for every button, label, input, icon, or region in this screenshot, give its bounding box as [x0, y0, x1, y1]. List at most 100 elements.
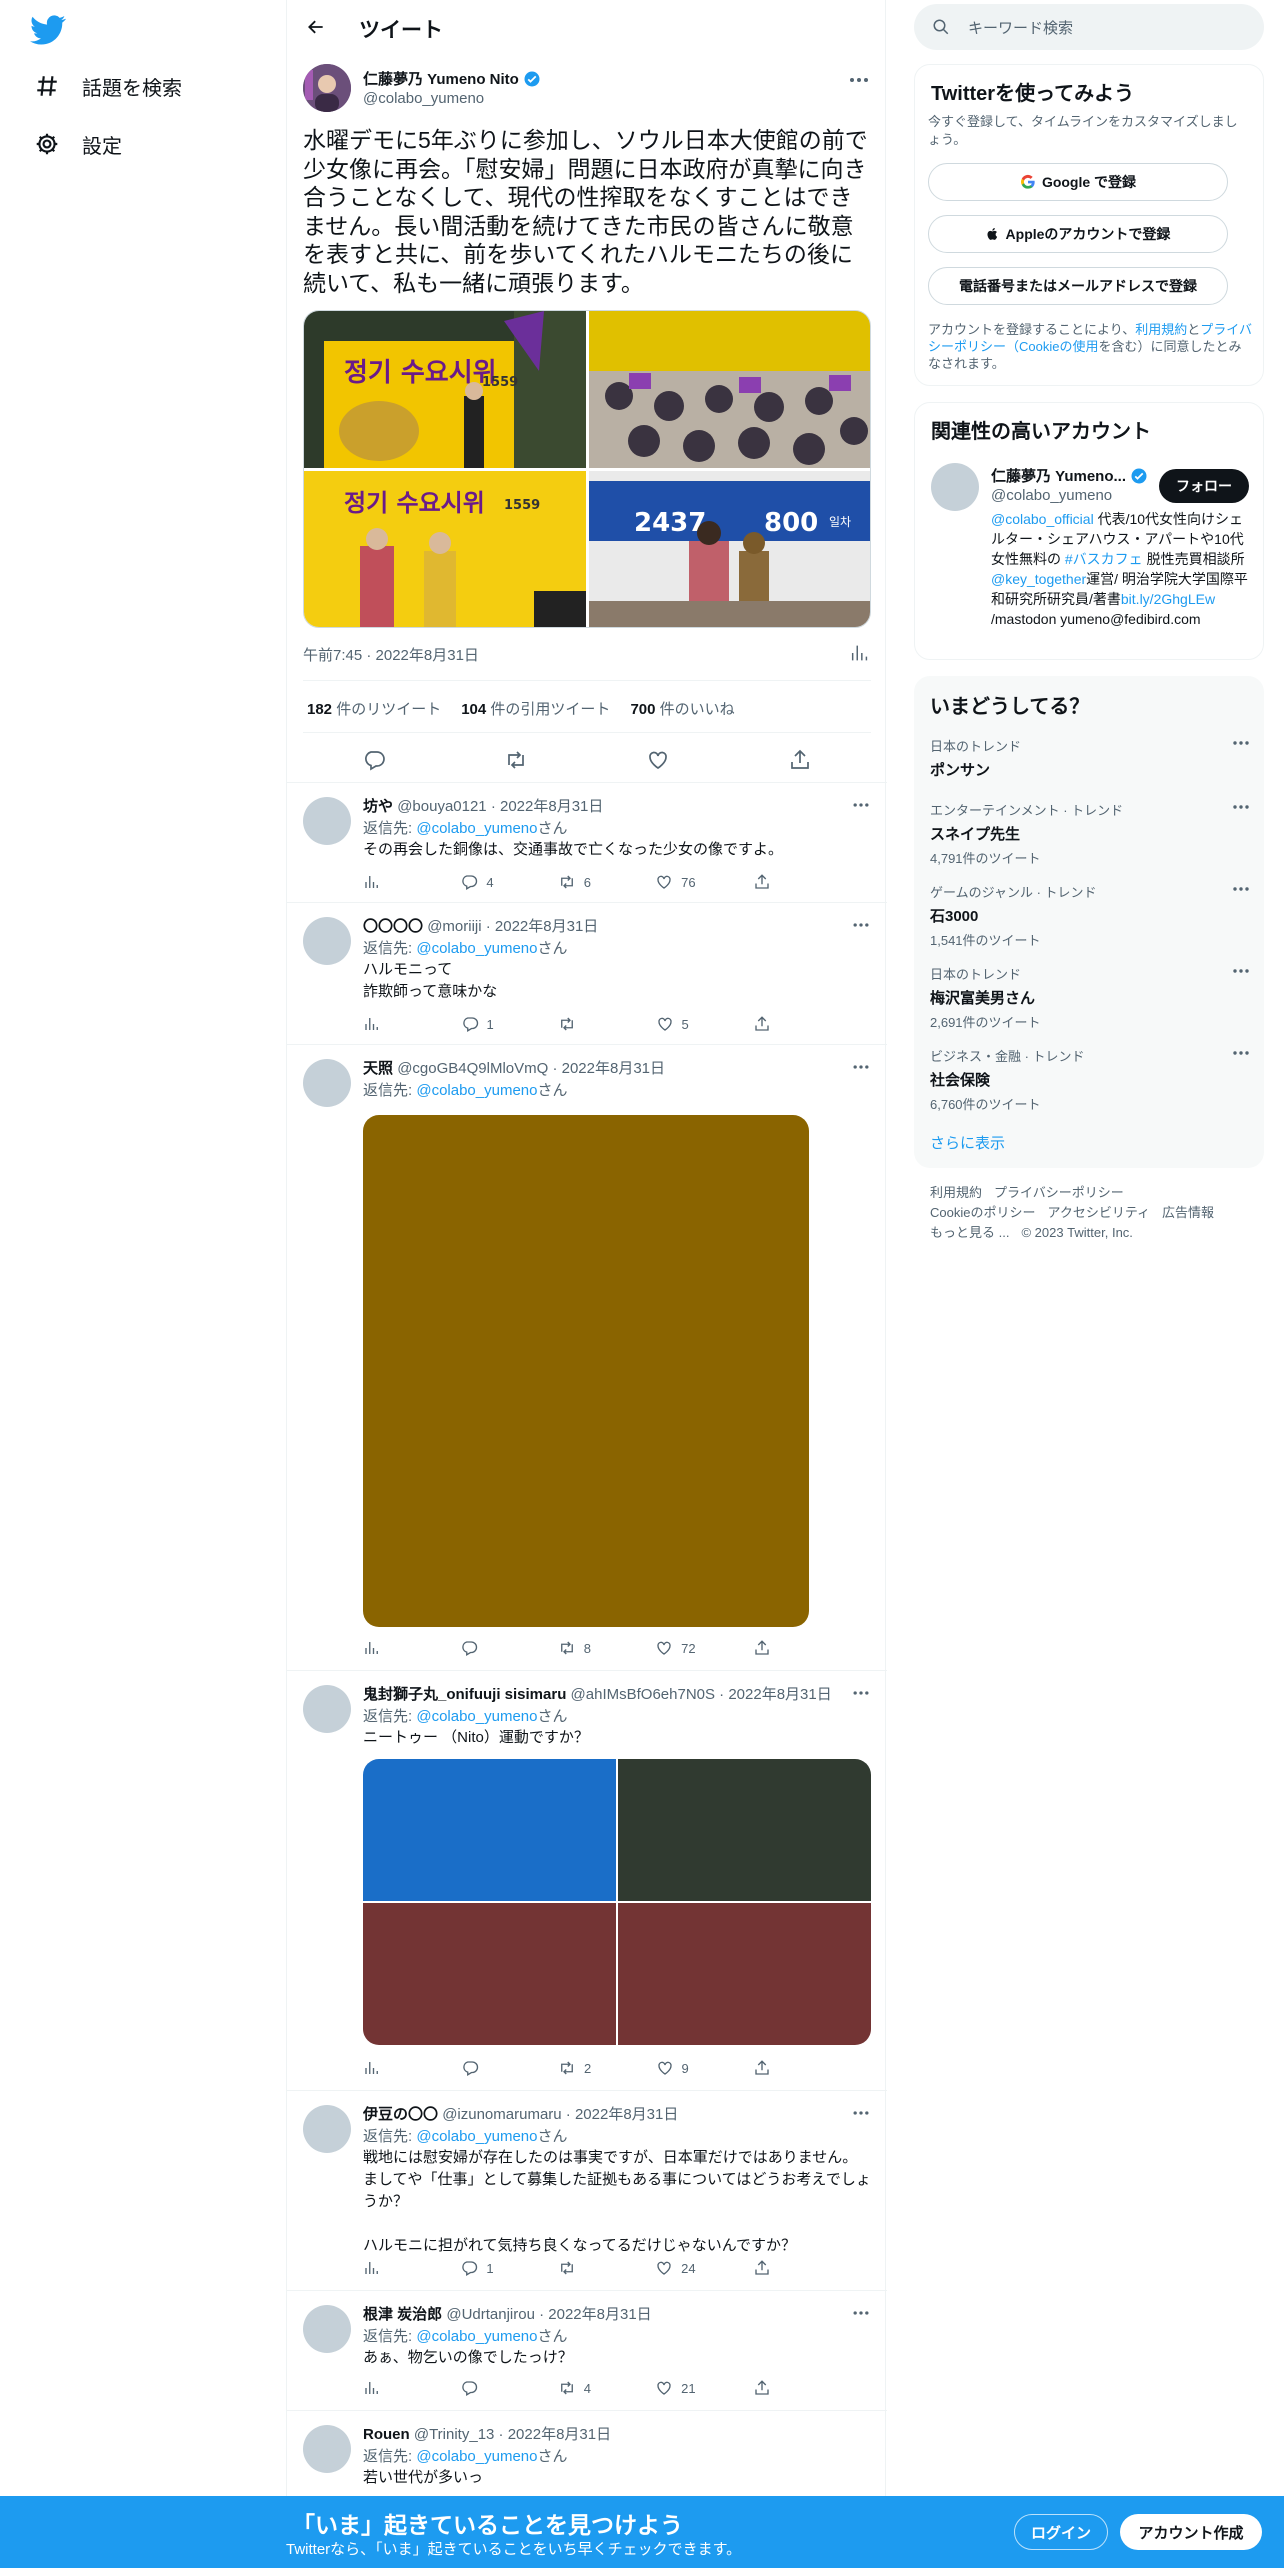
reply-author-name[interactable]: 伊豆の〇〇	[363, 2106, 438, 2123]
share-icon[interactable]	[788, 748, 812, 772]
back-button[interactable]	[301, 12, 331, 42]
reply-action[interactable]: 4	[460, 873, 500, 891]
reply-author-name[interactable]: 鬼封獅子丸_onifuuji sisimaru	[363, 1686, 566, 1703]
more-icon[interactable]	[851, 1059, 871, 1075]
retweet-action[interactable]	[558, 2259, 598, 2277]
author-handle[interactable]: @colabo_yumeno	[363, 90, 484, 107]
retweet-action[interactable]: 4	[558, 2379, 598, 2397]
reply-item[interactable]: 根津 炭治郎 @Udrtanjirou · 2022年8月31日 返信先: @c…	[287, 2290, 887, 2410]
reply-to-link[interactable]: @colabo_yumeno	[416, 820, 537, 837]
reply-action[interactable]: 1	[461, 1015, 501, 1033]
bio-hashtag-link[interactable]: #バスカフェ	[1065, 551, 1143, 567]
reply-author-name[interactable]: 坊や	[363, 798, 393, 815]
like-action[interactable]: 76	[655, 873, 696, 891]
reply-to-link[interactable]: @colabo_yumeno	[416, 1708, 537, 1725]
footer-accessibility-link[interactable]: アクセシビリティ	[1047, 1205, 1150, 1220]
like-action[interactable]: 72	[655, 1639, 696, 1657]
reply-author-name[interactable]: 天照	[363, 1060, 393, 1077]
avatar[interactable]	[303, 2105, 351, 2153]
footer-terms-link[interactable]: 利用規約	[930, 1185, 982, 1200]
trend-item[interactable]: ビジネス・金融 · トレンド 社会保険 6,760件のツイート	[930, 1046, 1250, 1113]
more-icon[interactable]	[851, 1685, 871, 1701]
avatar[interactable]	[303, 1685, 351, 1733]
follow-button[interactable]: フォロー	[1159, 469, 1249, 503]
avatar[interactable]	[303, 1059, 351, 1107]
reply-to-link[interactable]: @colabo_yumeno	[416, 2328, 537, 2345]
reply-author-name[interactable]: 根津 炭治郎	[363, 2306, 442, 2323]
share-action[interactable]	[753, 1015, 793, 1033]
more-icon[interactable]	[851, 917, 871, 933]
reply-action[interactable]	[460, 2379, 500, 2397]
twitter-logo-icon[interactable]	[30, 12, 66, 48]
more-icon[interactable]	[847, 70, 871, 90]
retweet-action[interactable]	[558, 1015, 598, 1033]
reply-item[interactable]: 鬼封獅子丸_onifuuji sisimaru @ahIMsBfO6eh7N0S…	[287, 1670, 887, 2090]
footer-cookie-link[interactable]: Cookieのポリシー	[930, 1205, 1035, 1220]
avatar[interactable]	[303, 2305, 351, 2353]
analytics-icon[interactable]	[849, 642, 871, 664]
analytics-action[interactable]	[363, 873, 403, 891]
trend-item[interactable]: エンターテインメント · トレンド スネイプ先生 4,791件のツイート	[930, 800, 1250, 867]
reply-to-link[interactable]: @colabo_yumeno	[416, 2448, 537, 2465]
share-action[interactable]	[753, 2259, 793, 2277]
like-count[interactable]: 700 件のいいね	[630, 698, 734, 719]
reply-action[interactable]	[460, 1639, 500, 1657]
tweet-photo-2[interactable]	[588, 311, 870, 468]
more-icon[interactable]	[1232, 1046, 1250, 1060]
reply-photo-4[interactable]	[618, 1903, 871, 2045]
reply-action[interactable]: 1	[460, 2259, 500, 2277]
search-box[interactable]: キーワード検索	[914, 4, 1264, 50]
signup-button[interactable]: アカウント作成	[1120, 2514, 1262, 2550]
bio-url-link[interactable]: bit.ly/2GhgLEw	[1121, 591, 1215, 607]
reply-author-name[interactable]: Rouen	[363, 2426, 410, 2443]
avatar[interactable]	[303, 917, 351, 965]
tweet-photo-1[interactable]: 정기 수요시위 1559	[304, 311, 586, 468]
reply-photo-3[interactable]	[363, 1903, 616, 2045]
bio-link[interactable]: @colabo_official	[991, 511, 1094, 527]
reply-to-link[interactable]: @colabo_yumeno	[416, 940, 537, 957]
avatar[interactable]	[303, 64, 351, 112]
more-icon[interactable]	[851, 2305, 871, 2321]
share-action[interactable]	[753, 2059, 793, 2077]
reply-to-link[interactable]: @colabo_yumeno	[416, 2128, 537, 2145]
nav-explore[interactable]: 話題を検索	[34, 66, 182, 106]
tweet-photo-4[interactable]: 2437 800 일차	[588, 470, 870, 627]
trend-item[interactable]: ゲームのジャンル · トレンド 石3000 1,541件のツイート	[930, 882, 1250, 949]
analytics-action[interactable]	[363, 1015, 403, 1033]
apple-signup-button[interactable]: Appleのアカウントで登録	[928, 215, 1228, 253]
more-icon[interactable]	[851, 2105, 871, 2121]
share-action[interactable]	[753, 1639, 793, 1657]
reply-photo-1[interactable]	[363, 1759, 616, 1901]
more-icon[interactable]	[1232, 736, 1250, 750]
footer-more-link[interactable]: もっと見る ...	[930, 1225, 1009, 1240]
reply-item[interactable]: Rouen @Trinity_13 · 2022年8月31日 返信先: @col…	[287, 2410, 887, 2496]
reply-icon[interactable]	[362, 748, 386, 772]
reply-image[interactable]	[363, 1115, 809, 1627]
reply-item[interactable]: 坊や @bouya0121 · 2022年8月31日 返信先: @colabo_…	[287, 782, 887, 902]
share-action[interactable]	[753, 2379, 793, 2397]
reply-item[interactable]: 天照 @cgoGB4Q9lMloVmQ · 2022年8月31日 返信先: @c…	[287, 1044, 887, 1670]
avatar[interactable]	[303, 797, 351, 845]
terms-link[interactable]: 利用規約	[1135, 322, 1187, 337]
retweet-action[interactable]: 2	[558, 2059, 598, 2077]
trend-item[interactable]: 日本のトレンド 梅沢富美男さん 2,691件のツイート	[930, 964, 1250, 1031]
analytics-action[interactable]	[363, 2059, 403, 2077]
share-action[interactable]	[753, 873, 793, 891]
google-signup-button[interactable]: Google で登録	[928, 163, 1228, 201]
like-icon[interactable]	[646, 748, 670, 772]
related-account-name[interactable]: 仁藤夢乃 Yumeno...	[991, 465, 1148, 486]
analytics-action[interactable]	[363, 2379, 403, 2397]
trend-item[interactable]: 日本のトレンド ポンサン	[930, 736, 1250, 780]
retweet-action[interactable]: 8	[558, 1639, 598, 1657]
reply-action[interactable]	[461, 2059, 501, 2077]
tweet-photo-3[interactable]: 정기 수요시위 1559	[304, 470, 586, 627]
reply-author-name[interactable]: 〇〇〇〇	[363, 918, 423, 935]
more-icon[interactable]	[1232, 964, 1250, 978]
quote-count[interactable]: 104 件の引用ツイート	[461, 698, 610, 719]
footer-ads-link[interactable]: 広告情報	[1162, 1205, 1214, 1220]
author-name[interactable]: 仁藤夢乃 Yumeno Nito	[363, 68, 541, 89]
analytics-action[interactable]	[363, 2259, 403, 2277]
analytics-action[interactable]	[363, 1639, 403, 1657]
related-account-handle[interactable]: @colabo_yumeno	[991, 487, 1112, 504]
like-action[interactable]: 24	[655, 2259, 696, 2277]
